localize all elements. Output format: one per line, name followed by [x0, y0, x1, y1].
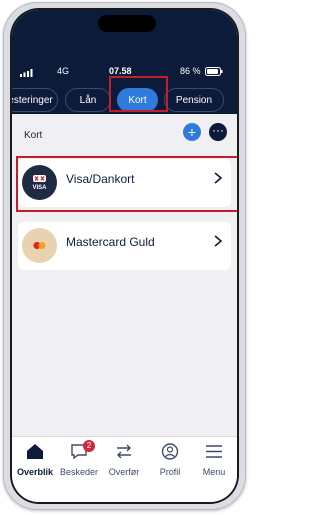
- card-highlight-box: [16, 156, 237, 212]
- nav-label: Profil: [159, 467, 181, 477]
- profile-icon: [161, 443, 179, 464]
- chevron-right-icon: [213, 234, 223, 253]
- home-icon: [26, 444, 44, 464]
- section-title: Kort: [24, 130, 43, 141]
- tab-pension[interactable]: Pension: [164, 88, 224, 112]
- nav-overfoer[interactable]: Overfør: [103, 443, 145, 477]
- tab-label: Pension: [175, 95, 213, 106]
- card-label: Mastercard Guld: [66, 235, 155, 249]
- unread-badge: 2: [83, 440, 95, 452]
- bottom-navigation: Overblik 2 Beskeder Overfør Profil Menu: [12, 436, 237, 502]
- add-card-button[interactable]: +: [183, 123, 201, 141]
- signal-icon: [20, 69, 34, 79]
- nav-label: Overfør: [108, 467, 140, 477]
- tab-highlight-box: [109, 76, 168, 112]
- nav-overblik[interactable]: Overblik: [14, 443, 56, 477]
- app-screen: 4G 07.58 86 % vesteringer Lån: [12, 10, 237, 502]
- plus-icon: +: [187, 124, 197, 140]
- menu-icon: [205, 445, 223, 464]
- battery-percent: 86 %: [180, 66, 201, 76]
- network-type: 4G: [57, 66, 70, 76]
- nav-beskeder[interactable]: 2 Beskeder: [58, 440, 100, 477]
- tab-laan[interactable]: Lån: [65, 88, 111, 112]
- transfer-icon: [115, 444, 133, 464]
- nav-label: Menu: [202, 467, 226, 477]
- nav-label: Beskeder: [59, 467, 99, 477]
- nav-label: Overblik: [16, 467, 54, 477]
- nav-menu[interactable]: Menu: [193, 443, 235, 477]
- tab-label: Lån: [79, 95, 97, 106]
- card-item-mastercard[interactable]: Mastercard Guld: [18, 222, 231, 270]
- tab-investeringer[interactable]: vesteringer: [12, 88, 58, 112]
- dynamic-island: [98, 15, 156, 32]
- clock: 07.58: [109, 66, 132, 76]
- battery-icon: [205, 67, 223, 78]
- mastercard-thumbnail: [22, 228, 57, 263]
- more-options-button[interactable]: ···: [209, 123, 227, 141]
- ellipsis-icon: ···: [212, 123, 224, 137]
- tab-label: vesteringer: [12, 95, 53, 106]
- phone-frame: 4G 07.58 86 % vesteringer Lån: [3, 2, 246, 510]
- nav-profil[interactable]: Profil: [149, 443, 191, 477]
